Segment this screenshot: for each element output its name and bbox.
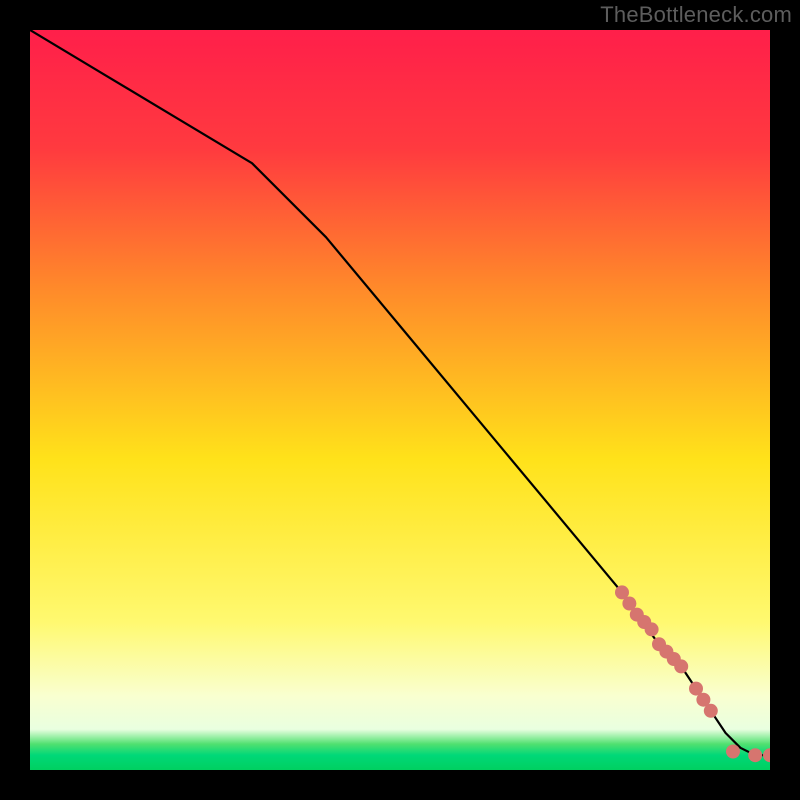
marker-point: [645, 622, 659, 636]
marker-point: [748, 748, 762, 762]
marker-point: [726, 745, 740, 759]
marker-point: [674, 659, 688, 673]
marker-point: [704, 704, 718, 718]
watermark-text: TheBottleneck.com: [600, 2, 792, 28]
gradient-background: [30, 30, 770, 770]
chart-plot: [30, 30, 770, 770]
chart-frame: TheBottleneck.com: [0, 0, 800, 800]
